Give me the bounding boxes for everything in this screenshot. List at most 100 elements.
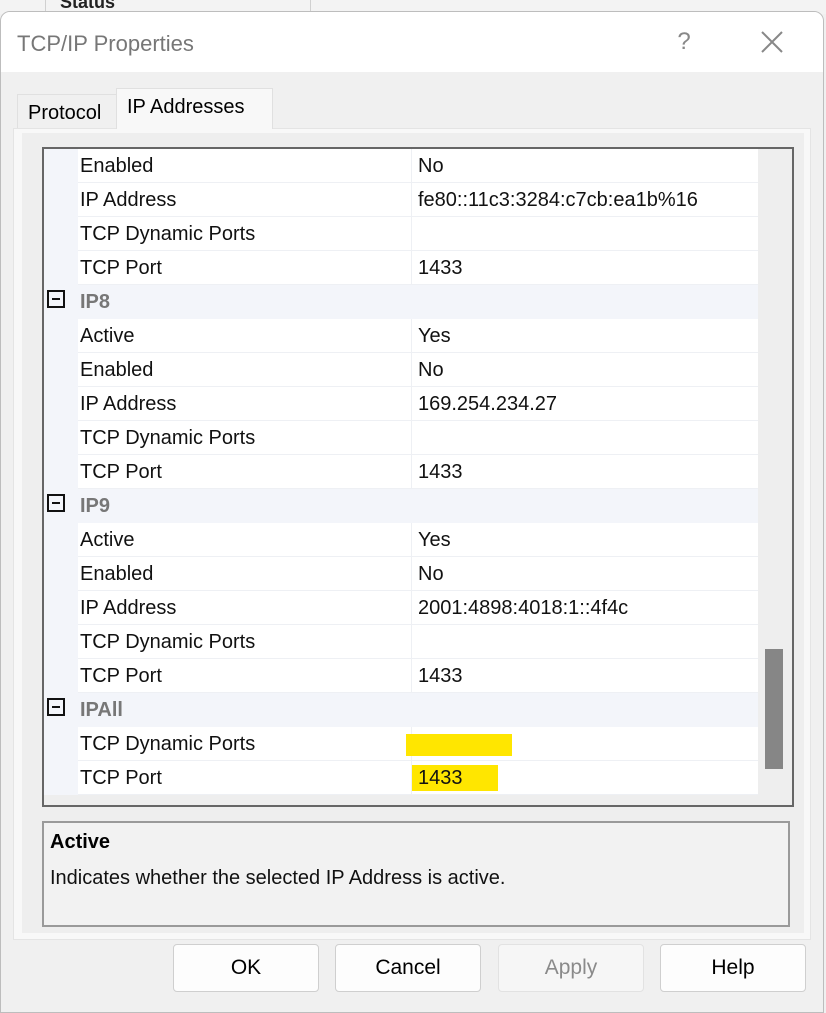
property-value-text: 1433	[418, 767, 463, 789]
vertical-scrollbar[interactable]	[758, 149, 792, 805]
property-value[interactable]: 1433	[412, 455, 758, 489]
property-row[interactable]: Active Yes	[44, 523, 758, 557]
row-gutter	[44, 149, 78, 183]
property-row[interactable]: TCP Port 1433	[44, 251, 758, 285]
property-value[interactable]	[412, 625, 758, 659]
row-gutter	[44, 421, 78, 455]
property-row[interactable]: Enabled No	[44, 557, 758, 591]
property-value-text: Yes	[418, 325, 451, 347]
tab-ip-addresses[interactable]: IP Addresses	[116, 88, 273, 129]
row-gutter	[44, 251, 78, 285]
property-value[interactable]: 1433	[412, 251, 758, 285]
property-row[interactable]: IP Address 2001:4898:4018:1::4f4c	[44, 591, 758, 625]
property-name[interactable]: Enabled	[78, 149, 412, 183]
property-row[interactable]: TCP Port 1433	[44, 455, 758, 489]
dialog-title: TCP/IP Properties	[17, 31, 194, 56]
category-label: IPAll	[78, 693, 758, 727]
property-value-text: No	[418, 359, 444, 381]
property-name[interactable]: Active	[78, 319, 412, 353]
property-name[interactable]: TCP Dynamic Ports	[78, 727, 412, 761]
cancel-button[interactable]: Cancel	[335, 944, 481, 992]
row-gutter	[44, 183, 78, 217]
ok-button[interactable]: OK	[173, 944, 319, 992]
close-icon	[761, 31, 783, 53]
property-value-text: Yes	[418, 529, 451, 551]
category-row[interactable]: IP9	[44, 489, 758, 523]
row-gutter	[44, 625, 78, 659]
property-value-text: 1433	[418, 257, 463, 279]
collapse-icon[interactable]	[47, 290, 65, 308]
property-name[interactable]: TCP Port	[78, 659, 412, 693]
property-row[interactable]: IP Address fe80::11c3:3284:c7cb:ea1b%16	[44, 183, 758, 217]
panel-inner: Enabled No IP Address fe80::11c3:3284:c7cb:…	[22, 133, 804, 933]
close-button[interactable]	[756, 26, 788, 58]
row-gutter	[44, 761, 78, 795]
property-value[interactable]: Yes	[412, 523, 758, 557]
property-value[interactable]: 2001:4898:4018:1::4f4c	[412, 591, 758, 625]
row-gutter	[44, 557, 78, 591]
property-value[interactable]: 169.254.234.27	[412, 387, 758, 421]
category-row[interactable]: IP8	[44, 285, 758, 319]
property-value[interactable]: No	[412, 149, 758, 183]
property-name[interactable]: Enabled	[78, 353, 412, 387]
property-value[interactable]: Yes	[412, 319, 758, 353]
yellow-highlight	[406, 734, 512, 756]
collapse-icon[interactable]	[47, 494, 65, 512]
property-value-text: 1433	[418, 665, 463, 687]
help-title-button[interactable]: ?	[669, 28, 699, 56]
row-gutter	[44, 217, 78, 251]
tcpip-properties-dialog: TCP/IP Properties ? Protocol IP Addresse…	[0, 11, 824, 1013]
property-name[interactable]: Enabled	[78, 557, 412, 591]
property-row[interactable]: IP Address 169.254.234.27	[44, 387, 758, 421]
property-name[interactable]: IP Address	[78, 387, 412, 421]
row-gutter	[44, 319, 78, 353]
property-row[interactable]: TCP Port 1433	[44, 761, 758, 795]
row-gutter	[44, 387, 78, 421]
property-value[interactable]: 1433	[412, 761, 758, 795]
property-name[interactable]: TCP Port	[78, 251, 412, 285]
property-name[interactable]: TCP Dynamic Ports	[78, 217, 412, 251]
property-row[interactable]: TCP Port 1433	[44, 659, 758, 693]
property-name[interactable]: TCP Dynamic Ports	[78, 625, 412, 659]
property-row[interactable]: TCP Dynamic Ports	[44, 625, 758, 659]
property-value[interactable]: 1433	[412, 659, 758, 693]
property-value[interactable]: fe80::11c3:3284:c7cb:ea1b%16	[412, 183, 758, 217]
property-row[interactable]: TCP Dynamic Ports	[44, 421, 758, 455]
property-value[interactable]: No	[412, 557, 758, 591]
property-value[interactable]	[406, 727, 758, 761]
property-name[interactable]: IP Address	[78, 591, 412, 625]
property-row[interactable]: Enabled No	[44, 149, 758, 183]
property-value[interactable]	[412, 421, 758, 455]
property-name[interactable]: TCP Port	[78, 455, 412, 489]
scrollbar-thumb[interactable]	[765, 649, 783, 769]
description-title: Active	[50, 831, 111, 853]
property-value-text: 169.254.234.27	[418, 393, 558, 415]
tab-protocol[interactable]: Protocol	[17, 94, 121, 129]
property-name[interactable]: IP Address	[78, 183, 412, 217]
property-name[interactable]: Active	[78, 523, 412, 557]
category-row[interactable]: IPAll	[44, 693, 758, 727]
property-value-text: fe80::11c3:3284:c7cb:ea1b%16	[418, 189, 698, 211]
row-gutter	[44, 727, 78, 761]
property-value-text: 2001:4898:4018:1::4f4c	[418, 597, 629, 619]
property-value[interactable]: No	[412, 353, 758, 387]
apply-button[interactable]: Apply	[498, 944, 644, 992]
property-name[interactable]: TCP Dynamic Ports	[78, 421, 412, 455]
category-label: IP8	[78, 285, 758, 319]
property-row[interactable]: TCP Dynamic Ports	[44, 727, 758, 761]
property-value-text: No	[418, 563, 444, 585]
property-value-text: No	[418, 155, 444, 177]
row-gutter	[44, 659, 78, 693]
collapse-icon[interactable]	[47, 698, 65, 716]
property-row[interactable]: Active Yes	[44, 319, 758, 353]
row-gutter	[44, 591, 78, 625]
row-gutter	[44, 523, 78, 557]
property-name[interactable]: TCP Port	[78, 761, 412, 795]
property-value[interactable]	[412, 217, 758, 251]
property-row[interactable]: Enabled No	[44, 353, 758, 387]
help-button[interactable]: Help	[660, 944, 806, 992]
property-row[interactable]: TCP Dynamic Ports	[44, 217, 758, 251]
title-bar: TCP/IP Properties ?	[1, 12, 823, 72]
property-value-text: 1433	[418, 461, 463, 483]
row-gutter	[44, 353, 78, 387]
